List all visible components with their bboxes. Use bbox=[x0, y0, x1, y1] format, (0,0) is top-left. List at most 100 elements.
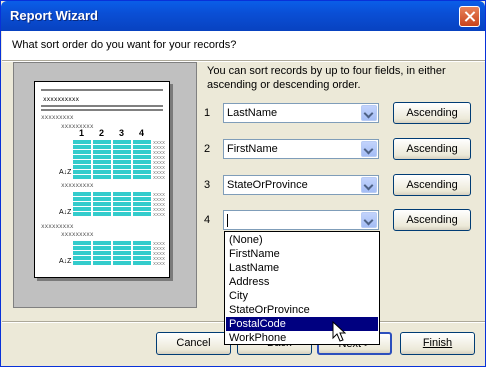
preview-cell bbox=[113, 241, 131, 245]
preview-cell bbox=[93, 207, 111, 211]
chevron-down-icon[interactable] bbox=[361, 141, 377, 157]
sort-field-4-combo[interactable] bbox=[223, 210, 379, 230]
preview-cell bbox=[133, 170, 151, 174]
sort-field-2-combo[interactable]: FirstName bbox=[223, 139, 379, 159]
mouse-pointer-icon bbox=[332, 321, 346, 342]
preview-cell bbox=[73, 246, 91, 250]
preview-cell bbox=[93, 155, 111, 159]
dropdown-option-firstname[interactable]: FirstName bbox=[226, 247, 378, 261]
preview-cell bbox=[73, 160, 91, 164]
preview-cell bbox=[73, 256, 91, 260]
sort-order-2-button[interactable]: Ascending bbox=[393, 138, 471, 160]
dropdown-option-workphone[interactable]: WorkPhone bbox=[226, 331, 378, 345]
sort-order-4-button[interactable]: Ascending bbox=[393, 209, 471, 231]
sort-field-2-value: FirstName bbox=[227, 143, 278, 155]
dropdown-option-address[interactable]: Address bbox=[226, 275, 378, 289]
preview-col-3: 3 bbox=[119, 128, 124, 138]
preview-cell bbox=[93, 261, 111, 265]
preview-cell bbox=[73, 251, 91, 255]
preview-cell bbox=[93, 241, 111, 245]
preview-cell bbox=[133, 207, 151, 211]
svg-text:xxxxxxxxx: xxxxxxxxx bbox=[61, 123, 94, 130]
sort-question: What sort order do you want for your rec… bbox=[12, 39, 237, 51]
preview-cell bbox=[93, 197, 111, 201]
sort-row-3-number: 3 bbox=[204, 179, 211, 191]
sort-row-4-number: 4 bbox=[204, 214, 211, 226]
preview-cell bbox=[93, 256, 111, 260]
preview-cell bbox=[113, 197, 131, 201]
sort-az-icon: A↓Z bbox=[59, 209, 72, 216]
preview-cell bbox=[113, 212, 131, 216]
sort-field-3-combo[interactable]: StateOrProvince bbox=[223, 175, 379, 195]
preview-cell bbox=[133, 165, 151, 169]
preview-graphic: xxxxxxxxxx xxxxxxxxx xxxxxxxxx 1 2 3 4 A… bbox=[41, 89, 165, 267]
close-button[interactable] bbox=[459, 6, 480, 27]
svg-text:xxxxxxxxx: xxxxxxxxx bbox=[41, 114, 74, 121]
preview-cell bbox=[93, 140, 111, 144]
preview-placeholder: xxxx bbox=[153, 261, 165, 267]
report-wizard-window: Report Wizard What sort order do you wan… bbox=[0, 0, 486, 367]
sort-row-2-number: 2 bbox=[204, 143, 211, 155]
chevron-down-icon[interactable] bbox=[361, 177, 377, 193]
preview-cell bbox=[133, 212, 151, 216]
preview-cell bbox=[133, 251, 151, 255]
preview-cell bbox=[73, 165, 91, 169]
preview-cell bbox=[113, 261, 131, 265]
preview-cell bbox=[93, 170, 111, 174]
svg-text:xxxxxxxxx: xxxxxxxxx bbox=[41, 223, 74, 230]
preview-cell bbox=[113, 202, 131, 206]
preview-cell bbox=[73, 175, 91, 179]
preview-cell bbox=[113, 145, 131, 149]
preview-cell bbox=[133, 241, 151, 245]
dropdown-option-lastname[interactable]: LastName bbox=[226, 261, 378, 275]
sort-field-1-value: LastName bbox=[227, 107, 278, 119]
chevron-down-icon[interactable] bbox=[361, 105, 377, 121]
sort-field-4-dropdown-list[interactable]: (None) FirstName LastName Address City S… bbox=[224, 231, 380, 345]
sort-order-3-button[interactable]: Ascending bbox=[393, 174, 471, 196]
preview-cell bbox=[133, 155, 151, 159]
title-bar[interactable]: Report Wizard bbox=[1, 1, 485, 31]
finish-button[interactable]: Finish bbox=[400, 332, 475, 355]
cancel-button[interactable]: Cancel bbox=[156, 332, 231, 355]
preview-cell bbox=[93, 160, 111, 164]
preview-cell bbox=[133, 192, 151, 196]
window-title: Report Wizard bbox=[10, 8, 98, 23]
text-caret bbox=[227, 214, 228, 227]
preview-cell bbox=[93, 202, 111, 206]
preview-col-2: 2 bbox=[99, 128, 104, 138]
sort-field-3-value: StateOrProvince bbox=[227, 179, 308, 191]
preview-cell bbox=[133, 140, 151, 144]
preview-col-1: 1 bbox=[79, 128, 84, 138]
preview-cell bbox=[73, 207, 91, 211]
preview-cell bbox=[133, 202, 151, 206]
preview-page: xxxxxxxxxx xxxxxxxxx xxxxxxxxx 1 2 3 4 A… bbox=[34, 81, 170, 278]
preview-cell bbox=[93, 145, 111, 149]
preview-cell bbox=[73, 170, 91, 174]
instruction-text: You can sort records by up to four field… bbox=[207, 65, 446, 91]
preview-cell bbox=[73, 212, 91, 216]
preview-cell bbox=[113, 160, 131, 164]
preview-cell bbox=[113, 175, 131, 179]
preview-cell bbox=[113, 140, 131, 144]
preview-cell bbox=[113, 251, 131, 255]
dropdown-option-city[interactable]: City bbox=[226, 289, 378, 303]
chevron-down-icon[interactable] bbox=[361, 212, 377, 228]
sort-preview-pane: xxxxxxxxxx xxxxxxxxx xxxxxxxxx 1 2 3 4 A… bbox=[13, 62, 197, 308]
sort-az-icon: A↓Z bbox=[59, 169, 72, 176]
finish-label: Finish bbox=[422, 337, 453, 349]
preview-cell bbox=[113, 256, 131, 260]
preview-cell bbox=[93, 246, 111, 250]
dropdown-option-stateorprovince[interactable]: StateOrProvince bbox=[226, 303, 378, 317]
preview-placeholder: xxxx bbox=[153, 212, 165, 218]
dropdown-option-none[interactable]: (None) bbox=[226, 233, 378, 247]
preview-cell bbox=[133, 150, 151, 154]
preview-cell bbox=[133, 261, 151, 265]
preview-cell bbox=[133, 160, 151, 164]
sort-order-1-button[interactable]: Ascending bbox=[393, 102, 471, 124]
preview-cell bbox=[93, 150, 111, 154]
preview-cell bbox=[93, 165, 111, 169]
preview-cell bbox=[113, 207, 131, 211]
dropdown-option-postalcode[interactable]: PostalCode bbox=[226, 317, 378, 331]
sort-field-1-combo[interactable]: LastName bbox=[223, 103, 379, 123]
preview-cell bbox=[93, 212, 111, 216]
